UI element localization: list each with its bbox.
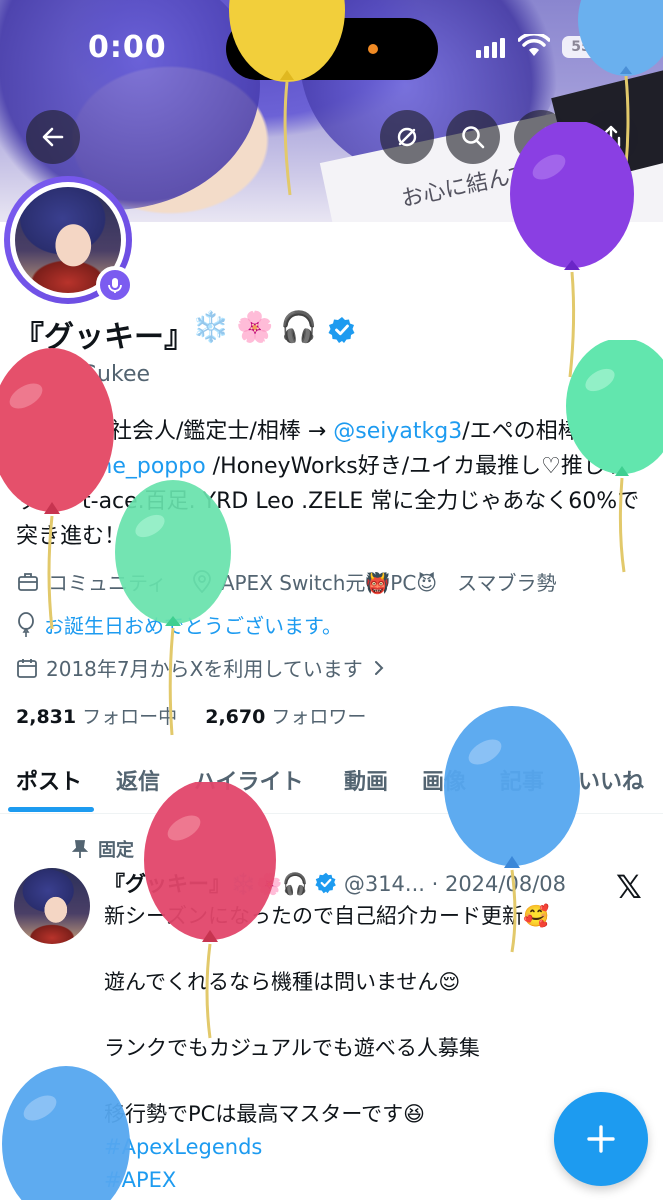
post-avatar[interactable] [14, 868, 90, 944]
headphones-emoji: 🎧 [280, 310, 318, 345]
tab-posts[interactable]: ポスト [16, 764, 82, 796]
chevron-right-icon [373, 659, 385, 677]
search-icon [462, 126, 485, 149]
bio-text: 21歳男性社会人/鑑定士/相棒 → [16, 419, 334, 444]
signal-icon [476, 38, 505, 58]
share-button[interactable] [584, 110, 638, 164]
followers-link[interactable]: 2,670 フォロワー [205, 706, 366, 728]
post-handle-date: @314... · 2024/08/08 [343, 872, 566, 896]
arrow-left-icon [42, 127, 64, 147]
location-icon [191, 569, 213, 594]
pin-icon [72, 840, 88, 858]
follow-stats: 2,831 フォロー中 2,670 フォロワー [16, 702, 366, 729]
followers-count: 2,670 [205, 706, 266, 728]
hashtag-link[interactable]: #APEX [104, 1164, 644, 1197]
post-author-name[interactable]: 『グッキー』❄️🌸🎧 [104, 872, 308, 896]
plus-icon [587, 1125, 615, 1153]
post-line: ランクでもカジュアルでも遊べる人募集 [104, 1036, 480, 1060]
following-count: 2,831 [16, 706, 77, 728]
tab-articles[interactable]: 記事 [500, 764, 544, 796]
bio-text: → [16, 454, 42, 479]
display-name: 『グッキー』 [14, 320, 194, 355]
profile-meta-row: コミュニティ APEX Switch元👹PC😈 スマブラ勢 [16, 567, 557, 596]
following-label: フォロー中 [82, 706, 178, 728]
tab-likes[interactable]: いいね [578, 764, 644, 796]
pinned-indicator: 固定 [72, 836, 134, 862]
joined-label: 2018年7月からXを利用しています [46, 657, 363, 681]
active-tab-indicator [8, 807, 94, 812]
pinned-label: 固定 [98, 840, 134, 861]
status-time: 0:00 [88, 30, 167, 65]
location-label: APEX Switch元👹PC😈 スマブラ勢 [220, 571, 557, 595]
microphone-icon [108, 278, 122, 293]
tab-replies[interactable]: 返信 [116, 764, 160, 796]
share-icon [601, 125, 621, 148]
compose-post-button[interactable] [554, 1092, 648, 1186]
briefcase-icon [16, 570, 40, 594]
following-link[interactable]: 2,831 フォロー中 [16, 706, 177, 728]
balloon-icon [16, 611, 36, 638]
dynamic-island [226, 18, 438, 80]
birthday-row: お誕生日おめでとうございます。 [16, 610, 342, 639]
post-header: 『グッキー』❄️🌸🎧 @314... · 2024/08/08 [104, 868, 566, 898]
joined-row[interactable]: 2018年7月からXを利用しています [16, 653, 393, 682]
post-line: 遊んでくれるなら機種は問いません😌 [104, 970, 461, 994]
profile-bio: 21歳男性社会人/鑑定士/相棒 → @seiyatkg3/エペの相棒 → @ga… [16, 414, 646, 554]
bio-mention-link[interactable]: @game_poppo [41, 454, 205, 479]
bio-mention-link[interactable]: @seiyatkg3 [333, 419, 462, 444]
profile-tabs: ポスト 返信 ハイライト 動画 画像 記事 いいね [0, 760, 663, 814]
back-button[interactable] [26, 110, 80, 164]
bio-text: /エペの相棒 [462, 419, 580, 444]
tab-images[interactable]: 画像 [422, 764, 466, 796]
battery-icon: 55 [562, 36, 600, 58]
verified-badge-icon[interactable] [328, 316, 356, 344]
birthday-label[interactable]: お誕生日おめでとうございます。 [44, 610, 342, 639]
snowflake-emoji: ❄️ [192, 310, 230, 345]
verified-badge-icon [315, 872, 336, 894]
calendar-icon [16, 657, 38, 679]
pen-icon [531, 126, 552, 147]
category-label: コミュニティ [48, 571, 167, 595]
profile-handle: @314Gukee [16, 362, 151, 387]
grok-button[interactable] [380, 110, 434, 164]
tab-highlights[interactable]: ハイライト [194, 764, 304, 796]
wifi-icon [518, 34, 550, 56]
grok-icon [397, 127, 417, 147]
tab-videos[interactable]: 動画 [344, 764, 388, 796]
edit-button[interactable] [514, 110, 568, 164]
cherry-blossom-emoji: 🌸 [236, 310, 274, 345]
post-line: 新シーズンになったので自己紹介カード更新🥰 [104, 904, 550, 928]
search-button[interactable] [446, 110, 500, 164]
spaces-badge[interactable] [96, 266, 134, 304]
followers-label: フォロワー [271, 706, 367, 728]
